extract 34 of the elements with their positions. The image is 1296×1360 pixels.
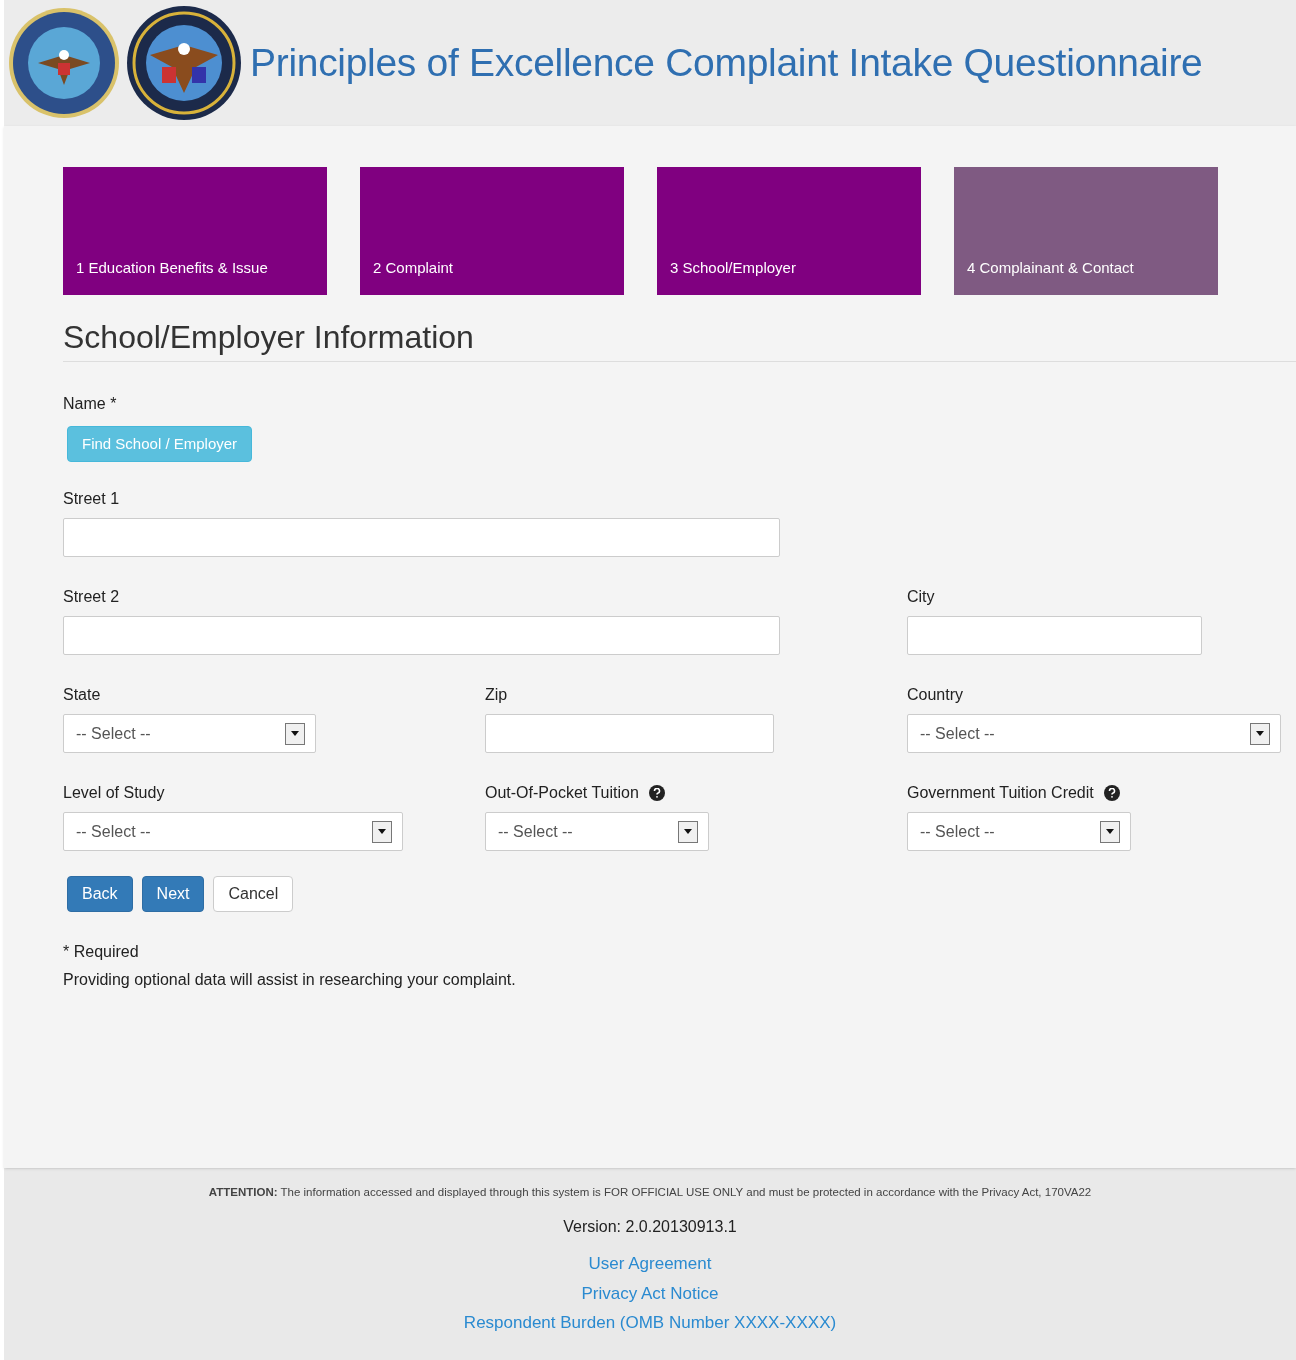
primary-button[interactable]: Next — [141, 876, 205, 912]
select-dropdown[interactable]: -- Select -- — [907, 812, 1131, 851]
note-text: Providing optional data will assist in researching your complaint. — [63, 970, 517, 990]
field-label: Level of Study — [63, 783, 165, 803]
field-label: City — [907, 587, 935, 607]
text-input-field[interactable] — [63, 518, 780, 557]
text-input-field[interactable] — [485, 714, 774, 753]
field-label: Street 2 — [63, 587, 120, 607]
field-label: State — [63, 685, 101, 705]
section-title: School/Employer Information — [63, 317, 1296, 362]
field-label: Zip — [485, 685, 508, 705]
field-label: Country — [907, 685, 964, 705]
select-dropdown[interactable]: -- Select -- — [907, 714, 1281, 753]
version-text: Version: 2.0.20130913.1 — [563, 1217, 737, 1238]
step-tile[interactable]: 2 Complaint — [360, 167, 624, 295]
select-dropdown[interactable]: -- Select -- — [63, 714, 316, 753]
help-icon[interactable] — [648, 785, 665, 801]
field-label: Out-Of-Pocket Tuition — [485, 783, 639, 803]
text-input-field[interactable] — [63, 616, 780, 655]
step-tile[interactable]: 1 Education Benefits & Issue — [63, 167, 327, 295]
note-text: * Required — [63, 942, 140, 962]
field-label: Name * — [63, 394, 118, 414]
help-icon[interactable] — [1103, 785, 1120, 801]
field-label: Government Tuition Credit — [907, 783, 1094, 803]
step-tile[interactable]: 3 School/Employer — [657, 167, 921, 295]
cancel-button[interactable]: Cancel — [213, 876, 294, 912]
page-title: Principles of Excellence Complaint Intake Questionnaire — [250, 39, 1203, 86]
select-dropdown[interactable]: -- Select -- — [63, 812, 403, 851]
field-label: Street 1 — [63, 489, 120, 509]
select-dropdown[interactable]: -- Select -- — [485, 812, 709, 851]
text-input-field[interactable] — [907, 616, 1202, 655]
primary-button[interactable]: Back — [67, 876, 133, 912]
attention-notice: ATTENTION: The information accessed and displayed through this system is FOR OFFICIAL USE ONLY and must be protected in accordance with the Privacy Act, 170VA22 — [208, 1185, 1092, 1200]
step-tile[interactable]: 4 Complainant & Contact — [954, 167, 1218, 295]
